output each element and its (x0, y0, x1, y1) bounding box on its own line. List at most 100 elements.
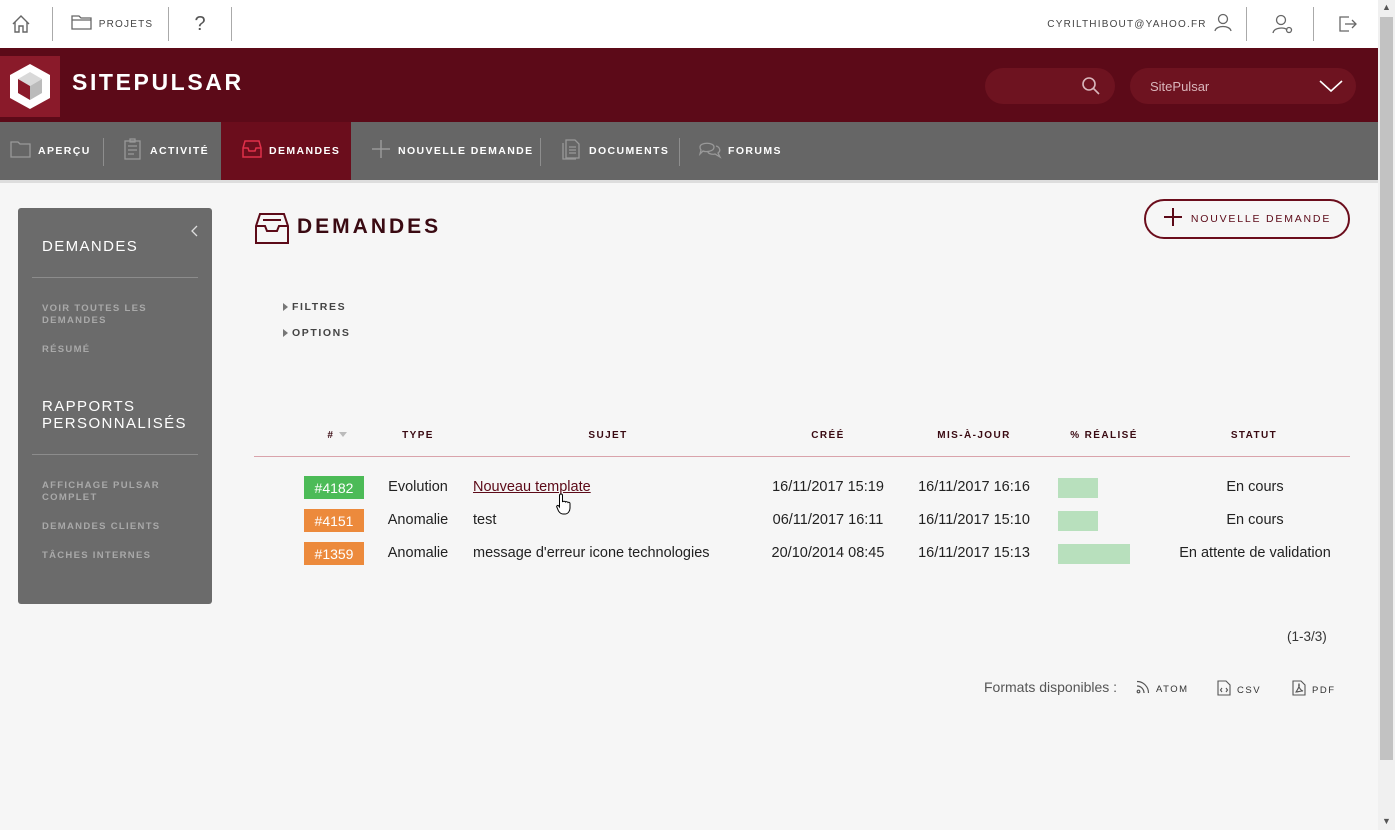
documents-icon (561, 138, 583, 165)
new-issue-button[interactable]: NOUVELLE DEMANDE (1144, 199, 1350, 239)
issue-subject[interactable]: Nouveau template (473, 479, 591, 495)
plus-icon (370, 138, 392, 165)
user-settings-icon[interactable] (1268, 0, 1298, 48)
user-account[interactable]: CYRILTHIBOUT@YAHOO.FR (1047, 0, 1232, 48)
help-label: ? (194, 12, 206, 35)
scroll-down-icon[interactable]: ▼ (1382, 816, 1391, 826)
column-header-done[interactable]: % RÉALISÉ (1054, 430, 1154, 441)
issue-created: 20/10/2014 08:45 (771, 545, 885, 561)
hand-cursor-icon (556, 493, 572, 520)
separator (1313, 7, 1314, 41)
forum-icon (698, 138, 722, 165)
column-header-type[interactable]: TYPE (388, 430, 448, 441)
tab-label: DOCUMENTS (589, 145, 670, 157)
issue-type: Evolution (388, 479, 448, 495)
projects-menu[interactable]: PROJETS (71, 0, 154, 48)
separator (168, 7, 169, 41)
tab-nouvelle-demande[interactable]: NOUVELLE DEMANDE (360, 122, 538, 180)
user-email: CYRILTHIBOUT@YAHOO.FR (1047, 18, 1207, 30)
separator (52, 7, 53, 41)
table-row: #1359 Anomalie message d'erreur icone te… (0, 538, 1378, 571)
issue-subject[interactable]: test (473, 512, 496, 528)
main-nav: APERÇU ACTIVITÉ DEMANDES NOUVELLE DEMAND… (0, 122, 1378, 180)
export-pdf-link[interactable]: PDF (1292, 680, 1336, 701)
collapse-sidebar-icon[interactable] (190, 224, 198, 242)
export-csv-label: CSV (1237, 685, 1262, 696)
options-toggle[interactable]: OPTIONS (282, 324, 350, 342)
tab-label: DEMANDES (269, 145, 341, 157)
plus-icon (1163, 207, 1183, 232)
rss-icon (1136, 680, 1150, 699)
sidebar-heading-demandes: DEMANDES (42, 238, 139, 255)
separator (103, 138, 104, 166)
triangle-right-icon (282, 298, 288, 316)
folder-icon (10, 139, 32, 164)
project-select[interactable]: SitePulsar (1130, 68, 1356, 104)
issue-type: Anomalie (387, 512, 449, 528)
tab-forums[interactable]: FORUMS (688, 122, 788, 180)
tab-activite[interactable]: ACTIVITÉ (112, 122, 220, 180)
progress-bar (1058, 544, 1130, 564)
home-icon[interactable] (6, 0, 36, 48)
issue-updated: 16/11/2017 15:13 (918, 545, 1030, 561)
search-icon[interactable] (1081, 76, 1101, 101)
scrollbar[interactable]: ▲ ▼ (1378, 0, 1395, 830)
search-input[interactable] (985, 68, 1115, 104)
issue-subject-link[interactable]: Nouveau template (473, 479, 591, 495)
progress-bar (1058, 511, 1098, 531)
issue-updated: 16/11/2017 16:16 (918, 479, 1030, 495)
progress-bar (1058, 478, 1098, 498)
help-button[interactable]: ? (186, 0, 214, 48)
logout-icon[interactable] (1332, 0, 1362, 48)
export-atom-link[interactable]: ATOM (1136, 680, 1189, 699)
logo[interactable] (0, 56, 60, 117)
separator (540, 138, 541, 166)
pagination-info: (1-3/3) (1287, 629, 1327, 644)
export-pdf-label: PDF (1312, 685, 1336, 696)
issue-created: 06/11/2017 16:11 (772, 512, 884, 528)
issue-id-badge[interactable]: #4182 (304, 476, 364, 499)
issue-subject-link[interactable]: test (473, 512, 496, 528)
separator (1246, 7, 1247, 41)
filters-label: FILTRES (292, 301, 347, 313)
chevron-down-icon (1318, 79, 1344, 98)
sidebar-item-summary[interactable]: RÉSUMÉ (42, 344, 192, 356)
export-csv-link[interactable]: CSV (1217, 680, 1261, 701)
activity-icon (122, 137, 144, 165)
issue-status: En cours (1226, 479, 1284, 495)
tab-demandes[interactable]: DEMANDES (221, 122, 351, 180)
page-title: DEMANDES (297, 215, 442, 238)
tab-documents[interactable]: DOCUMENTS (551, 122, 677, 180)
issue-subject[interactable]: message d'erreur icone technologies (473, 545, 710, 561)
scrollbar-thumb[interactable] (1380, 17, 1393, 760)
issue-subject-link[interactable]: message d'erreur icone technologies (473, 545, 710, 561)
export-atom-label: ATOM (1156, 684, 1189, 695)
top-bar: PROJETS ? CYRILTHIBOUT@YAHOO.FR (0, 0, 1378, 48)
inbox-icon (241, 139, 263, 164)
table-header-rule (254, 456, 1350, 457)
issue-status: En attente de validation (1179, 545, 1331, 561)
column-header-status[interactable]: STATUT (1214, 430, 1294, 441)
scroll-up-icon[interactable]: ▲ (1382, 2, 1391, 12)
column-header-id-label: # (327, 430, 335, 441)
table-row: #4182 Evolution Nouveau template 16/11/2… (0, 472, 1378, 505)
issue-id-badge[interactable]: #1359 (304, 542, 364, 565)
issue-id-badge[interactable]: #4151 (304, 509, 364, 532)
column-header-id[interactable]: # (322, 430, 352, 441)
divider (32, 454, 198, 455)
tab-label: ACTIVITÉ (150, 145, 210, 157)
code-file-icon (1217, 680, 1231, 701)
column-header-created[interactable]: CRÉÉ (790, 430, 866, 441)
table-row: #4151 Anomalie test 06/11/2017 16:11 16/… (0, 505, 1378, 538)
divider (32, 277, 198, 278)
issue-status: En cours (1226, 512, 1284, 528)
column-header-subject[interactable]: SUJET (560, 430, 656, 441)
sidebar-item-all-issues[interactable]: VOIR TOUTES LES DEMANDES (42, 303, 192, 327)
filters-toggle[interactable]: FILTRES (282, 298, 346, 316)
tab-label: APERÇU (38, 145, 91, 157)
projects-label: PROJETS (98, 18, 154, 30)
column-header-updated[interactable]: MIS-À-JOUR (920, 430, 1028, 441)
tab-apercu[interactable]: APERÇU (0, 122, 102, 180)
options-label: OPTIONS (292, 327, 351, 339)
issue-type: Anomalie (387, 545, 449, 561)
